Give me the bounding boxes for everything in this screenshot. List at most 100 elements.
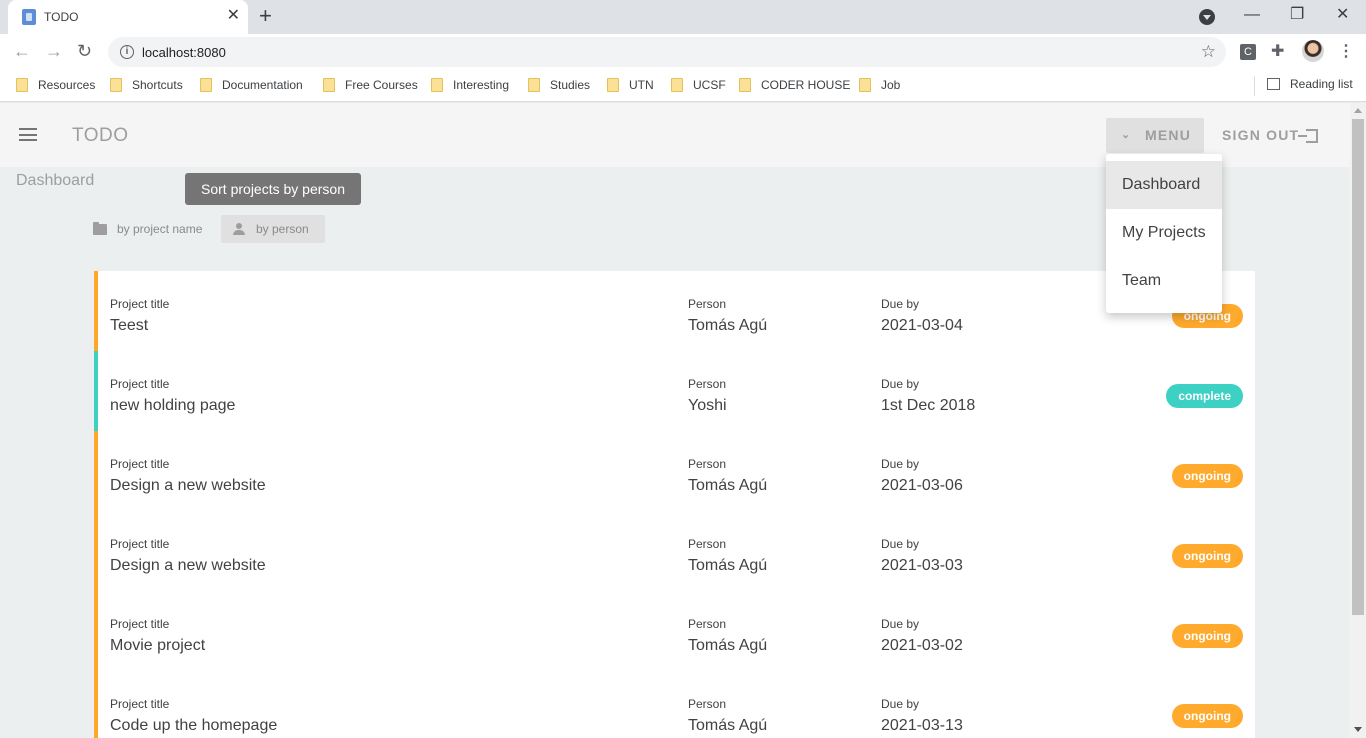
status-badge: ongoing: [1171, 464, 1243, 488]
bookmark-shortcuts[interactable]: Shortcuts: [110, 77, 183, 93]
scroll-up-icon[interactable]: [1354, 108, 1362, 113]
person-caption: Person: [688, 617, 727, 631]
folder-icon: [671, 78, 683, 92]
project-title: Design a new website: [110, 557, 266, 574]
due-caption: Due by: [881, 617, 920, 631]
project-title: new holding page: [110, 397, 236, 414]
project-row: Project title Code up the homepage Perso…: [94, 671, 1255, 738]
project-person: Tomás Agú: [688, 637, 768, 654]
person-caption: Person: [688, 697, 727, 711]
close-tab-icon[interactable]: ✕: [227, 7, 240, 25]
due-caption: Due by: [881, 457, 920, 471]
folder-icon: [16, 78, 28, 92]
folder-icon: [859, 78, 871, 92]
project-row: Project title Movie project Person Tomás…: [94, 591, 1255, 671]
sign-out-button[interactable]: SIGN OUT: [1222, 118, 1318, 153]
browser-tabbar: TODO ✕ + — ❐ ✕: [0, 0, 1366, 34]
project-list: Project title Teest Person Tomás Agú Due…: [94, 271, 1255, 738]
person-caption: Person: [688, 457, 727, 471]
bookmark-documentation[interactable]: Documentation: [200, 77, 303, 93]
chevron-down-icon: ⌄: [1121, 129, 1132, 141]
project-row: Project title Teest Person Tomás Agú Due…: [94, 271, 1255, 351]
vue-favicon-icon: [22, 9, 36, 25]
address-bar[interactable]: i localhost:8080 ☆: [108, 37, 1226, 67]
project-title: Code up the homepage: [110, 717, 278, 734]
project-due: 2021-03-13: [881, 717, 963, 734]
folder-icon: [323, 78, 335, 92]
title-caption: Project title: [110, 617, 170, 631]
browser-menu-icon[interactable]: ⋮: [1338, 41, 1354, 61]
due-caption: Due by: [881, 377, 920, 391]
project-row: Project title Design a new website Perso…: [94, 431, 1255, 511]
project-person: Tomás Agú: [688, 317, 768, 334]
project-due: 2021-03-06: [881, 477, 963, 494]
page-scrollbar[interactable]: [1350, 103, 1366, 738]
due-caption: Due by: [881, 537, 920, 551]
tab-search-icon[interactable]: [1199, 9, 1215, 25]
project-title: Movie project: [110, 637, 206, 654]
title-caption: Project title: [110, 297, 170, 311]
url-text[interactable]: localhost:8080: [142, 45, 226, 60]
app-title: TODO: [72, 125, 129, 146]
project-due: 2021-03-02: [881, 637, 963, 654]
status-badge: complete: [1166, 384, 1243, 408]
extensions-puzzle-icon[interactable]: ✚: [1271, 41, 1284, 61]
tooltip: Sort projects by person: [185, 173, 361, 205]
project-due: 2021-03-03: [881, 557, 963, 574]
minimize-button[interactable]: —: [1244, 4, 1260, 26]
project-due: 2021-03-04: [881, 317, 963, 334]
forward-icon[interactable]: →: [45, 40, 63, 62]
project-title: Teest: [110, 317, 149, 334]
bookmark-free-courses[interactable]: Free Courses: [323, 77, 418, 93]
tab-title: TODO: [44, 10, 79, 24]
menu-button[interactable]: ⌄ MENU: [1106, 118, 1204, 153]
project-due: 1st Dec 2018: [881, 397, 976, 414]
bookmark-utn[interactable]: UTN: [607, 77, 654, 93]
sort-by-person-button[interactable]: by person: [221, 215, 325, 243]
reading-list-button[interactable]: Reading list: [1267, 77, 1353, 91]
browser-toolbar: ← → ↻ i localhost:8080 ☆ C ✚ ⋮: [0, 34, 1366, 70]
folder-icon: [528, 78, 540, 92]
bookmark-coder-house[interactable]: CODER HOUSE: [739, 77, 850, 93]
bookmark-interesting[interactable]: Interesting: [431, 77, 509, 93]
title-caption: Project title: [110, 537, 170, 551]
profile-avatar[interactable]: [1302, 40, 1324, 62]
folder-icon: [110, 78, 122, 92]
project-person: Yoshi: [688, 397, 727, 414]
bookmark-studies[interactable]: Studies: [528, 77, 590, 93]
folder-icon: [431, 78, 443, 92]
bookmark-ucsf[interactable]: UCSF: [671, 77, 726, 93]
scroll-down-icon[interactable]: [1354, 727, 1362, 732]
extension-c-icon[interactable]: C: [1240, 44, 1256, 60]
menu-item-team[interactable]: Team: [1106, 257, 1222, 305]
scrollbar-thumb[interactable]: [1352, 119, 1364, 615]
reload-icon[interactable]: ↻: [77, 40, 92, 62]
person-caption: Person: [688, 297, 727, 311]
project-person: Tomás Agú: [688, 557, 768, 574]
bookmarks-divider: [1254, 76, 1255, 96]
folder-icon: [607, 78, 619, 92]
bookmark-star-icon[interactable]: ☆: [1201, 42, 1216, 62]
project-person: Tomás Agú: [688, 717, 768, 734]
person-caption: Person: [688, 377, 727, 391]
project-row: Project title Design a new website Perso…: [94, 511, 1255, 591]
close-window-button[interactable]: ✕: [1336, 4, 1349, 26]
hamburger-menu-icon[interactable]: [19, 128, 37, 141]
folder-icon: [739, 78, 751, 92]
title-caption: Project title: [110, 457, 170, 471]
back-icon[interactable]: ←: [13, 40, 31, 62]
bookmark-resources[interactable]: Resources: [16, 77, 95, 93]
restore-button[interactable]: ❐: [1290, 4, 1304, 26]
browser-tab[interactable]: TODO ✕: [8, 0, 248, 34]
new-tab-button[interactable]: +: [259, 4, 272, 28]
folder-icon: [93, 222, 107, 235]
info-icon[interactable]: i: [120, 45, 134, 59]
menu-item-dashboard[interactable]: Dashboard: [1106, 161, 1222, 209]
status-badge: ongoing: [1171, 704, 1243, 728]
bookmark-job[interactable]: Job: [859, 77, 900, 93]
menu-item-my-projects[interactable]: My Projects: [1106, 209, 1222, 257]
status-badge: ongoing: [1171, 544, 1243, 568]
bookmarks-bar: Resources Shortcuts Documentation Free C…: [0, 70, 1366, 102]
title-caption: Project title: [110, 697, 170, 711]
project-title: Design a new website: [110, 477, 266, 494]
